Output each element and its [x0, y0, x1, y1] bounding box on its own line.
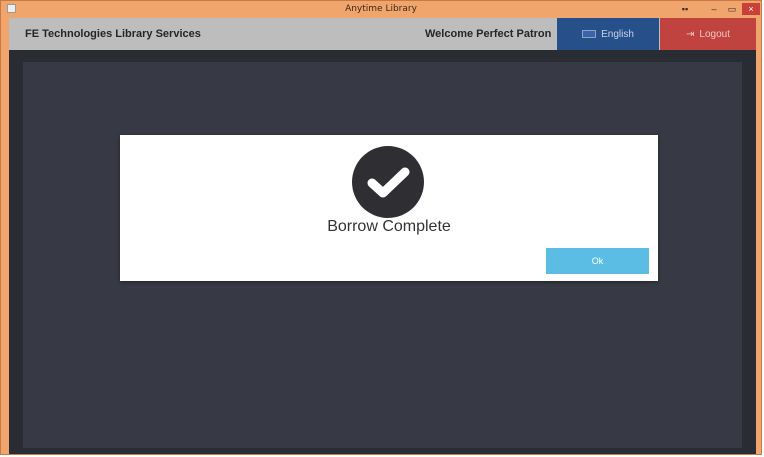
dialog-message: Borrow Complete: [327, 218, 451, 235]
minimize-icon[interactable]: –: [707, 3, 721, 15]
welcome-message: Welcome Perfect Patron: [425, 28, 552, 40]
app-header: FE Technologies Library Services Welcome…: [9, 18, 756, 50]
title-bar[interactable]: Anytime Library ▪▪ – ▭ ×: [1, 1, 761, 18]
close-icon[interactable]: ×: [742, 3, 760, 15]
brand-title: FE Technologies Library Services: [25, 28, 201, 40]
window-title: Anytime Library: [345, 4, 417, 14]
app-window: Anytime Library ▪▪ – ▭ × FE Technologies…: [0, 0, 762, 455]
language-label: English: [601, 28, 634, 40]
maximize-icon[interactable]: ▭: [725, 3, 739, 15]
flag-icon: [582, 30, 597, 38]
ok-button[interactable]: Ok: [546, 248, 649, 274]
logout-label: Logout: [699, 28, 730, 40]
language-button[interactable]: English: [557, 18, 659, 50]
borrow-complete-dialog: Borrow Complete Ok: [120, 135, 658, 281]
restore-icon[interactable]: ▪▪: [678, 3, 692, 15]
logout-icon: ⇥: [686, 28, 695, 40]
logout-button[interactable]: ⇥ Logout: [660, 18, 756, 50]
checkmark-circle-icon: [352, 146, 424, 218]
